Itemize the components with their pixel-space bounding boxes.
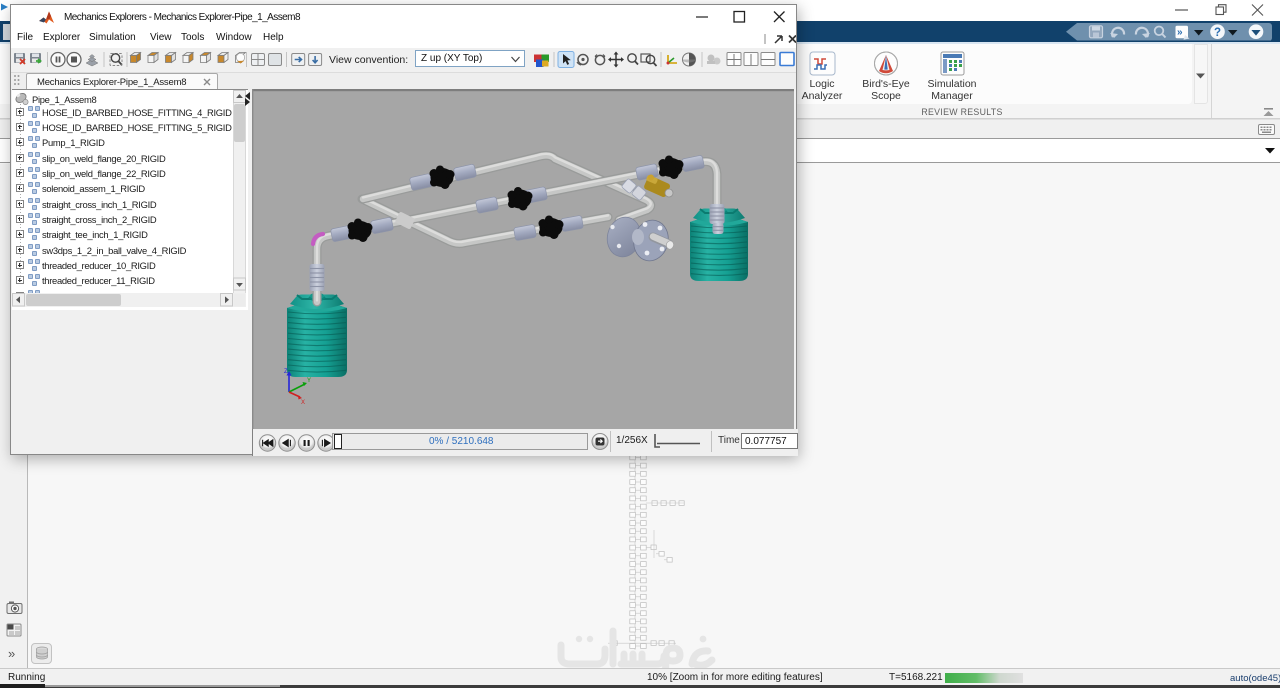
svg-text:Z: Z [284,369,288,375]
svg-text:»: » [8,646,15,661]
svg-text:X: X [301,400,305,406]
svg-text:»: » [1177,27,1183,38]
svg-text:Y: Y [307,378,311,384]
svg-text:?: ? [1214,27,1221,39]
